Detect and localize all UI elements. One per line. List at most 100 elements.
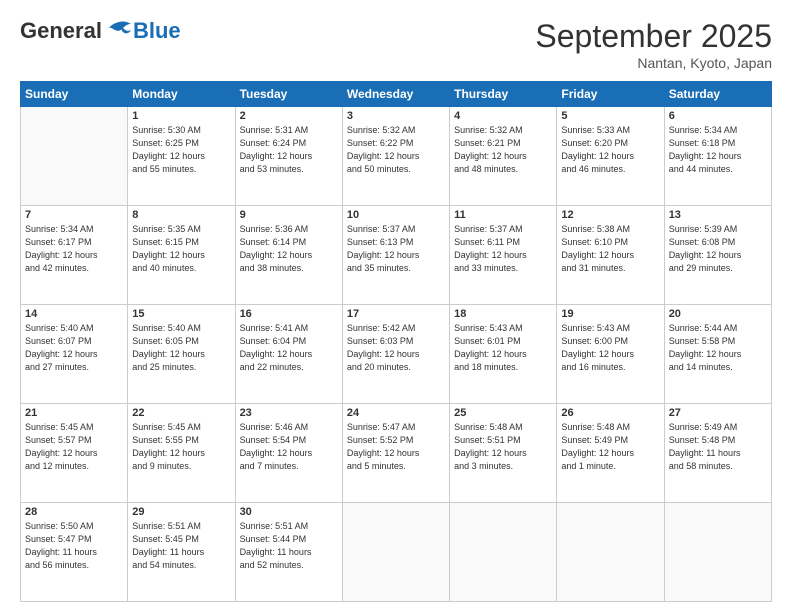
calendar-table: SundayMondayTuesdayWednesdayThursdayFrid… [20, 81, 772, 602]
day-number: 27 [669, 407, 767, 419]
day-info: Sunrise: 5:48 AM Sunset: 5:49 PM Dayligh… [561, 421, 659, 473]
calendar-cell: 20 Sunrise: 5:44 AM Sunset: 5:58 PM Dayli… [664, 305, 771, 404]
day-info: Sunrise: 5:45 AM Sunset: 5:57 PM Dayligh… [25, 421, 123, 473]
day-number: 21 [25, 407, 123, 419]
calendar-cell: 7 Sunrise: 5:34 AM Sunset: 6:17 PM Daylig… [21, 206, 128, 305]
day-info: Sunrise: 5:46 AM Sunset: 5:54 PM Dayligh… [240, 421, 338, 473]
day-number: 11 [454, 209, 552, 221]
calendar-cell: 19 Sunrise: 5:43 AM Sunset: 6:00 PM Dayli… [557, 305, 664, 404]
day-info: Sunrise: 5:30 AM Sunset: 6:25 PM Dayligh… [132, 124, 230, 176]
day-info: Sunrise: 5:37 AM Sunset: 6:11 PM Dayligh… [454, 223, 552, 275]
logo: General Blue [20, 18, 181, 44]
day-info: Sunrise: 5:50 AM Sunset: 5:47 PM Dayligh… [25, 520, 123, 572]
day-info: Sunrise: 5:32 AM Sunset: 6:21 PM Dayligh… [454, 124, 552, 176]
calendar-cell: 12Sunrise: 5:38 AM Sunset: 6:10 PM Dayli… [557, 206, 664, 305]
calendar-cell: 5Sunrise: 5:33 AM Sunset: 6:20 PM Daylig… [557, 107, 664, 206]
calendar-cell: 11 Sunrise: 5:37 AM Sunset: 6:11 PM Dayli… [450, 206, 557, 305]
day-info: Sunrise: 5:43 AM Sunset: 6:00 PM Dayligh… [561, 322, 659, 374]
page: General Blue September 2025 Nantan, Kyot… [0, 0, 792, 612]
day-info: Sunrise: 5:42 AM Sunset: 6:03 PM Dayligh… [347, 322, 445, 374]
day-number: 18 [454, 308, 552, 320]
calendar-cell: 16 Sunrise: 5:41 AM Sunset: 6:04 PM Dayli… [235, 305, 342, 404]
title-block: September 2025 Nantan, Kyoto, Japan [535, 18, 772, 71]
calendar-cell: 9 Sunrise: 5:36 AM Sunset: 6:14 PM Daylig… [235, 206, 342, 305]
calendar-cell: 6 Sunrise: 5:34 AM Sunset: 6:18 PM Daylig… [664, 107, 771, 206]
day-number: 19 [561, 308, 659, 320]
calendar-cell: 26 Sunrise: 5:48 AM Sunset: 5:49 PM Dayli… [557, 404, 664, 503]
day-header-monday: Monday [128, 82, 235, 107]
calendar-cell: 22 Sunrise: 5:45 AM Sunset: 5:55 PM Dayli… [128, 404, 235, 503]
day-info: Sunrise: 5:44 AM Sunset: 5:58 PM Dayligh… [669, 322, 767, 374]
day-number: 7 [25, 209, 123, 221]
calendar-cell: 1 Sunrise: 5:30 AM Sunset: 6:25 PM Daylig… [128, 107, 235, 206]
day-info: Sunrise: 5:41 AM Sunset: 6:04 PM Dayligh… [240, 322, 338, 374]
calendar-week-row: 28 Sunrise: 5:50 AM Sunset: 5:47 PM Dayli… [21, 503, 772, 602]
calendar-cell: 3 Sunrise: 5:32 AM Sunset: 6:22 PM Daylig… [342, 107, 449, 206]
day-number: 6 [669, 110, 767, 122]
logo-bird-icon [105, 20, 133, 42]
calendar-cell: 8 Sunrise: 5:35 AM Sunset: 6:15 PM Daylig… [128, 206, 235, 305]
calendar-cell: 30Sunrise: 5:51 AM Sunset: 5:44 PM Dayli… [235, 503, 342, 602]
calendar-cell: 15 Sunrise: 5:40 AM Sunset: 6:05 PM Dayli… [128, 305, 235, 404]
calendar-week-row: 7 Sunrise: 5:34 AM Sunset: 6:17 PM Daylig… [21, 206, 772, 305]
location: Nantan, Kyoto, Japan [535, 55, 772, 71]
calendar-week-row: 21 Sunrise: 5:45 AM Sunset: 5:57 PM Dayli… [21, 404, 772, 503]
calendar-cell: 21 Sunrise: 5:45 AM Sunset: 5:57 PM Dayli… [21, 404, 128, 503]
day-number: 22 [132, 407, 230, 419]
day-number: 1 [132, 110, 230, 122]
calendar-week-row: 14Sunrise: 5:40 AM Sunset: 6:07 PM Dayli… [21, 305, 772, 404]
calendar-cell: 4 Sunrise: 5:32 AM Sunset: 6:21 PM Daylig… [450, 107, 557, 206]
calendar-cell [664, 503, 771, 602]
calendar-cell: 24Sunrise: 5:47 AM Sunset: 5:52 PM Dayli… [342, 404, 449, 503]
day-number: 15 [132, 308, 230, 320]
day-number: 26 [561, 407, 659, 419]
calendar-cell [21, 107, 128, 206]
day-info: Sunrise: 5:38 AM Sunset: 6:10 PM Dayligh… [561, 223, 659, 275]
day-info: Sunrise: 5:34 AM Sunset: 6:17 PM Dayligh… [25, 223, 123, 275]
calendar-cell [450, 503, 557, 602]
day-info: Sunrise: 5:43 AM Sunset: 6:01 PM Dayligh… [454, 322, 552, 374]
day-number: 5 [561, 110, 659, 122]
day-info: Sunrise: 5:35 AM Sunset: 6:15 PM Dayligh… [132, 223, 230, 275]
day-header-saturday: Saturday [664, 82, 771, 107]
day-info: Sunrise: 5:51 AM Sunset: 5:45 PM Dayligh… [132, 520, 230, 572]
day-number: 16 [240, 308, 338, 320]
logo-general-text: General [20, 18, 102, 44]
calendar-cell: 27Sunrise: 5:49 AM Sunset: 5:48 PM Dayli… [664, 404, 771, 503]
header: General Blue September 2025 Nantan, Kyot… [20, 18, 772, 71]
calendar-cell: 28 Sunrise: 5:50 AM Sunset: 5:47 PM Dayli… [21, 503, 128, 602]
day-number: 24 [347, 407, 445, 419]
day-number: 20 [669, 308, 767, 320]
day-info: Sunrise: 5:32 AM Sunset: 6:22 PM Dayligh… [347, 124, 445, 176]
day-info: Sunrise: 5:37 AM Sunset: 6:13 PM Dayligh… [347, 223, 445, 275]
day-number: 28 [25, 506, 123, 518]
day-info: Sunrise: 5:39 AM Sunset: 6:08 PM Dayligh… [669, 223, 767, 275]
logo-blue-text: Blue [133, 18, 181, 44]
day-info: Sunrise: 5:36 AM Sunset: 6:14 PM Dayligh… [240, 223, 338, 275]
calendar-cell: 2Sunrise: 5:31 AM Sunset: 6:24 PM Daylig… [235, 107, 342, 206]
calendar-cell [557, 503, 664, 602]
calendar-cell: 13Sunrise: 5:39 AM Sunset: 6:08 PM Dayli… [664, 206, 771, 305]
calendar-header-row: SundayMondayTuesdayWednesdayThursdayFrid… [21, 82, 772, 107]
day-header-wednesday: Wednesday [342, 82, 449, 107]
day-number: 29 [132, 506, 230, 518]
day-header-sunday: Sunday [21, 82, 128, 107]
day-header-tuesday: Tuesday [235, 82, 342, 107]
day-number: 10 [347, 209, 445, 221]
calendar-cell: 25Sunrise: 5:48 AM Sunset: 5:51 PM Dayli… [450, 404, 557, 503]
calendar-cell: 10 Sunrise: 5:37 AM Sunset: 6:13 PM Dayli… [342, 206, 449, 305]
day-info: Sunrise: 5:40 AM Sunset: 6:05 PM Dayligh… [132, 322, 230, 374]
calendar-cell: 14Sunrise: 5:40 AM Sunset: 6:07 PM Dayli… [21, 305, 128, 404]
day-number: 3 [347, 110, 445, 122]
day-number: 9 [240, 209, 338, 221]
day-number: 14 [25, 308, 123, 320]
day-number: 4 [454, 110, 552, 122]
day-info: Sunrise: 5:45 AM Sunset: 5:55 PM Dayligh… [132, 421, 230, 473]
day-number: 23 [240, 407, 338, 419]
day-header-friday: Friday [557, 82, 664, 107]
day-info: Sunrise: 5:51 AM Sunset: 5:44 PM Dayligh… [240, 520, 338, 572]
calendar-cell [342, 503, 449, 602]
day-number: 8 [132, 209, 230, 221]
day-info: Sunrise: 5:31 AM Sunset: 6:24 PM Dayligh… [240, 124, 338, 176]
day-info: Sunrise: 5:34 AM Sunset: 6:18 PM Dayligh… [669, 124, 767, 176]
